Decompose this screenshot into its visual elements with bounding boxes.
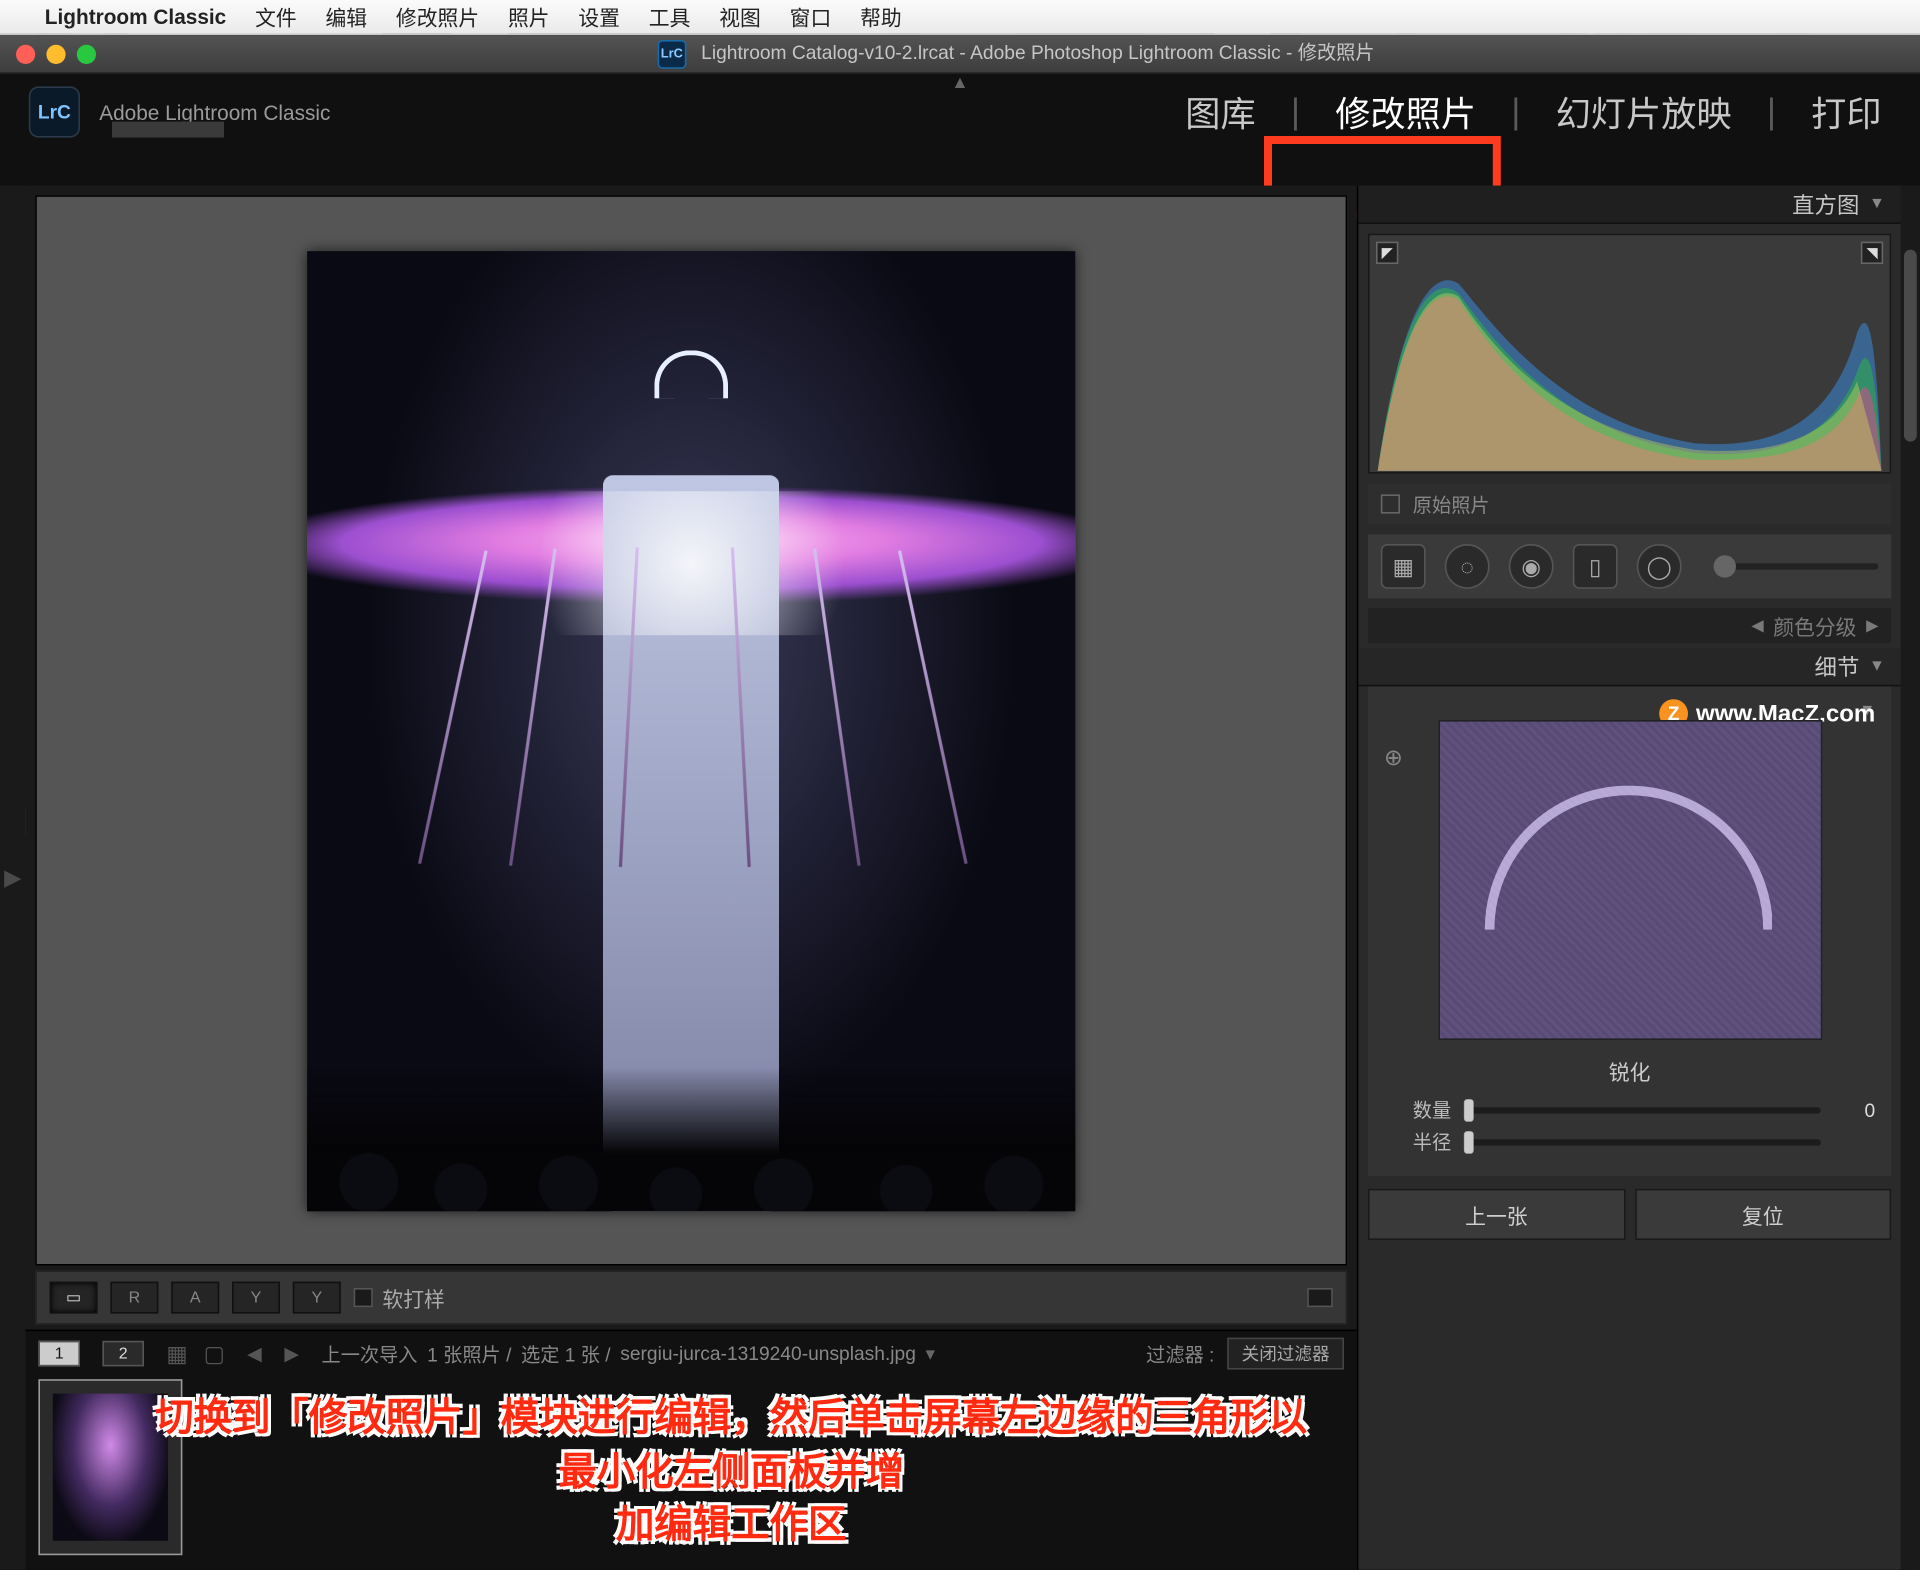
window-title: Lightroom Catalog-v10-2.lrcat - Adobe Ph…: [701, 42, 1374, 64]
toolbar-dropdown[interactable]: [1307, 1288, 1333, 1307]
menu-view[interactable]: 视图: [719, 2, 761, 32]
mac-menubar: Lightroom Classic 文件 编辑 修改照片 照片 设置 工具 视图…: [0, 0, 1920, 35]
right-scrollbar[interactable]: [1901, 186, 1920, 1570]
right-panel: 直方图 ▼ ◤ ◥ 原始照片: [1357, 186, 1901, 1570]
menu-photo[interactable]: 照片: [508, 2, 550, 32]
detail-panel: ⊕ Z www.MacZ.com ▼ 锐化 数量 0: [1368, 686, 1891, 1176]
sharpen-group-label: 锐化: [1384, 1056, 1875, 1086]
triangle-left-icon: ◀: [1751, 617, 1763, 635]
redeye-tool-icon[interactable]: ◉: [1509, 544, 1554, 589]
scrollbar-thumb[interactable]: [1904, 250, 1917, 442]
compare-y-button[interactable]: Y: [232, 1282, 280, 1314]
identity-plate: Adobe Lightroom Classic: [99, 100, 330, 124]
filmstrip-filename: sergiu-jurca-1319240-unsplash.jpg: [620, 1342, 916, 1364]
module-sep: |: [1511, 91, 1520, 133]
module-print[interactable]: 打印: [1802, 83, 1892, 141]
original-photo-label: 原始照片: [1413, 490, 1490, 517]
grid-view-icon[interactable]: ▦: [166, 1340, 187, 1367]
menu-help[interactable]: 帮助: [860, 2, 902, 32]
triangle-right-icon: ▶: [1866, 617, 1878, 635]
loupe-view-icon[interactable]: ▢: [204, 1340, 225, 1367]
softproof-label: 软打样: [382, 1282, 444, 1312]
radial-filter-icon[interactable]: ◯: [1637, 544, 1682, 589]
color-grading-label: 颜色分级: [1773, 610, 1856, 640]
softproof-checkbox[interactable]: [354, 1288, 373, 1307]
window-titlebar: LrC Lightroom Catalog-v10-2.lrcat - Adob…: [0, 35, 1920, 73]
before-after-button[interactable]: A: [171, 1282, 219, 1314]
module-develop[interactable]: 修改照片: [1326, 83, 1486, 141]
lrc-badge-icon: LrC: [657, 40, 686, 69]
chevron-down-icon: ▼: [1869, 658, 1885, 676]
detail-panel-header[interactable]: 细节 ▼: [1358, 648, 1900, 686]
original-photo-toggle[interactable]: 原始照片: [1368, 483, 1891, 525]
filter-dropdown[interactable]: 关闭过滤器: [1227, 1338, 1344, 1370]
monitor-1-button[interactable]: 1: [38, 1341, 80, 1367]
graduated-filter-icon[interactable]: ▯: [1573, 544, 1618, 589]
lrc-logo: LrC: [29, 86, 80, 137]
filter-label: 过滤器 :: [1146, 1340, 1214, 1367]
filmstrip-thumbnail[interactable]: [38, 1379, 182, 1555]
color-grading-panel-header[interactable]: ◀ 颜色分级 ▶: [1368, 608, 1891, 643]
histogram[interactable]: ◤ ◥: [1368, 234, 1891, 474]
module-sep: |: [1291, 91, 1300, 133]
amount-slider[interactable]: [1464, 1106, 1821, 1112]
amount-value[interactable]: 0: [1821, 1098, 1875, 1120]
detail-target-icon[interactable]: ⊕: [1384, 744, 1403, 771]
reference-view-button[interactable]: R: [110, 1282, 158, 1314]
amount-label: 数量: [1384, 1096, 1464, 1123]
original-checkbox[interactable]: [1381, 494, 1400, 513]
module-sep: |: [1767, 91, 1776, 133]
histogram-label: 直方图: [1792, 188, 1859, 220]
previous-button[interactable]: 上一张: [1368, 1189, 1625, 1240]
menu-settings[interactable]: 设置: [578, 2, 620, 32]
histogram-panel-header[interactable]: 直方图 ▼: [1358, 186, 1900, 224]
local-adjustments-toolstrip: ▦ ◌ ◉ ▯ ◯: [1368, 534, 1891, 598]
detail-preview[interactable]: [1438, 720, 1822, 1040]
filmstrip-count: 1 张照片 /: [427, 1340, 511, 1367]
reset-button[interactable]: 复位: [1634, 1189, 1891, 1240]
close-button[interactable]: [16, 44, 35, 63]
left-panel-triangle-icon[interactable]: ▶: [4, 864, 21, 891]
menu-edit[interactable]: 编辑: [326, 2, 368, 32]
menu-window[interactable]: 窗口: [790, 2, 832, 32]
app-window: LrC Lightroom Catalog-v10-2.lrcat - Adob…: [0, 35, 1920, 1569]
nav-next-icon[interactable]: ▶: [284, 1342, 299, 1364]
monitor-2-button[interactable]: 2: [102, 1341, 144, 1367]
nav-prev-icon[interactable]: ◀: [247, 1342, 262, 1364]
filmstrip-source[interactable]: 上一次导入: [322, 1340, 418, 1367]
top-panel-triangle-icon[interactable]: ▲: [951, 74, 968, 93]
menu-tools[interactable]: 工具: [649, 2, 691, 32]
compare-y2-button[interactable]: Y: [293, 1282, 341, 1314]
crop-tool-icon[interactable]: ▦: [1381, 544, 1426, 589]
radius-slider[interactable]: [1464, 1138, 1821, 1144]
chevron-down-icon[interactable]: ▾: [926, 1342, 936, 1364]
develop-toolbar: ▭ R A Y Y 软打样: [35, 1270, 1347, 1324]
fullscreen-button[interactable]: [77, 44, 96, 63]
brush-size-slider[interactable]: [1714, 563, 1879, 569]
menu-develop[interactable]: 修改照片: [396, 2, 479, 32]
spot-removal-icon[interactable]: ◌: [1445, 544, 1490, 589]
menu-file[interactable]: 文件: [255, 2, 297, 32]
loupe-view-button[interactable]: ▭: [50, 1282, 98, 1314]
filmstrip-selected: 选定 1 张 /: [521, 1340, 611, 1367]
photo-preview: [307, 250, 1075, 1210]
left-panel-edge[interactable]: ▶: [0, 186, 26, 1570]
detail-label: 细节: [1815, 650, 1860, 682]
radius-label: 半径: [1384, 1128, 1464, 1155]
chevron-down-icon: ▼: [1869, 195, 1885, 213]
filmstrip: 1 2 ▦ ▢ ◀ ▶ 上一次导入 1 张照片 / 选定 1 张 / sergi…: [26, 1330, 1357, 1570]
module-library[interactable]: 图库: [1176, 83, 1266, 141]
module-slideshow[interactable]: 幻灯片放映: [1546, 83, 1741, 141]
identity-plate-bar: LrC Adobe Lightroom Classic ▲ 图库 | 修改照片 …: [0, 74, 1920, 151]
image-canvas[interactable]: [35, 195, 1347, 1265]
minimize-button[interactable]: [46, 44, 65, 63]
identity-plate-underline: [112, 122, 224, 138]
app-name[interactable]: Lightroom Classic: [45, 5, 226, 29]
